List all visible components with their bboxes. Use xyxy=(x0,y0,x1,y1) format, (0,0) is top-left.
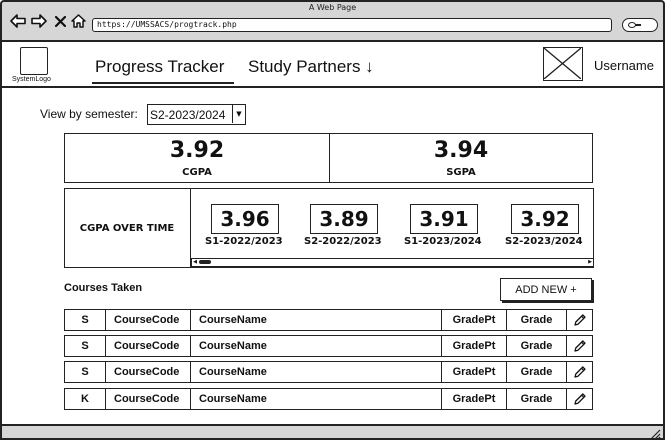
course-gradept: GradePt xyxy=(441,388,507,410)
semester-select-value: S2-2023/2024 xyxy=(150,108,226,122)
browser-status-bar xyxy=(0,424,665,440)
course-type: K xyxy=(64,388,106,410)
username-link[interactable]: Username xyxy=(594,58,654,73)
course-type: S xyxy=(64,309,106,331)
course-grade: Grade xyxy=(506,361,567,383)
courses-taken-title: Courses Taken xyxy=(64,282,143,294)
semester-select[interactable]: S2-2023/2024 ▼ xyxy=(147,104,246,125)
table-row: S CourseCode CourseName GradePt Grade xyxy=(64,309,593,331)
tab-study-partners[interactable]: Study Partners ↓ xyxy=(248,57,374,77)
pencil-icon xyxy=(573,340,586,352)
home-icon[interactable] xyxy=(70,13,86,29)
course-gradept: GradePt xyxy=(441,309,507,331)
trend-value: 3.96 xyxy=(211,204,279,234)
trend-value: 3.89 xyxy=(310,204,378,234)
sgpa-card: 3.94 SGPA xyxy=(329,133,593,183)
avatar[interactable] xyxy=(543,47,583,81)
course-gradept: GradePt xyxy=(441,335,507,357)
close-icon[interactable] xyxy=(54,13,66,29)
course-code: CourseCode xyxy=(105,361,191,383)
system-logo-label: SystemLogo xyxy=(12,76,51,83)
window-title: A Web Page xyxy=(308,3,357,12)
table-row: K CourseCode CourseName GradePt Grade xyxy=(64,388,593,410)
pencil-icon xyxy=(573,366,586,378)
table-row: S CourseCode CourseName GradePt Grade xyxy=(64,361,593,383)
forward-arrow-icon[interactable] xyxy=(31,13,47,29)
scroll-right-icon[interactable]: ▶ xyxy=(587,259,593,265)
course-name: CourseName xyxy=(190,361,442,383)
course-type: S xyxy=(64,335,106,357)
pencil-icon xyxy=(573,393,586,405)
trend-semester: S1-2023/2024 xyxy=(404,236,482,247)
scrollbar-thumb[interactable] xyxy=(199,260,211,264)
course-grade: Grade xyxy=(506,388,567,410)
semester-filter-label: View by semester: xyxy=(40,107,138,121)
system-logo[interactable] xyxy=(20,47,48,75)
course-grade: Grade xyxy=(506,309,567,331)
header-divider xyxy=(0,86,665,88)
back-arrow-icon[interactable] xyxy=(10,13,26,29)
add-new-course-button[interactable]: ADD NEW + xyxy=(500,278,592,301)
course-grade: Grade xyxy=(506,335,567,357)
trend-semester: S2-2023/2024 xyxy=(505,236,583,247)
trend-horizontal-scrollbar[interactable]: ◀ ▶ xyxy=(191,258,594,267)
trend-value: 3.92 xyxy=(511,204,579,234)
resize-grip-icon[interactable] xyxy=(648,425,661,440)
cgpa-value: 3.92 xyxy=(169,138,225,163)
tab-progress-tracker[interactable]: Progress Tracker xyxy=(95,57,224,77)
address-bar[interactable]: https://UMSSACS/progtrack.php xyxy=(92,18,612,32)
course-code: CourseCode xyxy=(105,335,191,357)
cgpa-label: CGPA xyxy=(182,167,212,178)
edit-course-button[interactable] xyxy=(566,309,593,331)
edit-course-button[interactable] xyxy=(566,388,593,410)
course-name: CourseName xyxy=(190,309,442,331)
course-name: CourseName xyxy=(190,335,442,357)
cgpa-card: 3.92 CGPA xyxy=(64,133,330,183)
course-code: CourseCode xyxy=(105,309,191,331)
course-type: S xyxy=(64,361,106,383)
course-name: CourseName xyxy=(190,388,442,410)
sgpa-label: SGPA xyxy=(446,167,476,178)
course-code: CourseCode xyxy=(105,388,191,410)
pencil-icon xyxy=(573,314,586,326)
search-icon[interactable] xyxy=(622,18,658,32)
table-row: S CourseCode CourseName GradePt Grade xyxy=(64,335,593,357)
trend-value: 3.91 xyxy=(410,204,478,234)
trend-semester: S2-2022/2023 xyxy=(304,236,382,247)
active-tab-underline xyxy=(92,82,234,84)
edit-course-button[interactable] xyxy=(566,361,593,383)
edit-course-button[interactable] xyxy=(566,335,593,357)
scroll-left-icon[interactable]: ◀ xyxy=(192,259,198,265)
chevron-down-icon[interactable]: ▼ xyxy=(232,105,245,123)
cgpa-trend-label: CGPA OVER TIME xyxy=(64,188,191,268)
trend-semester: S1-2022/2023 xyxy=(205,236,283,247)
course-gradept: GradePt xyxy=(441,361,507,383)
sgpa-value: 3.94 xyxy=(433,138,489,163)
